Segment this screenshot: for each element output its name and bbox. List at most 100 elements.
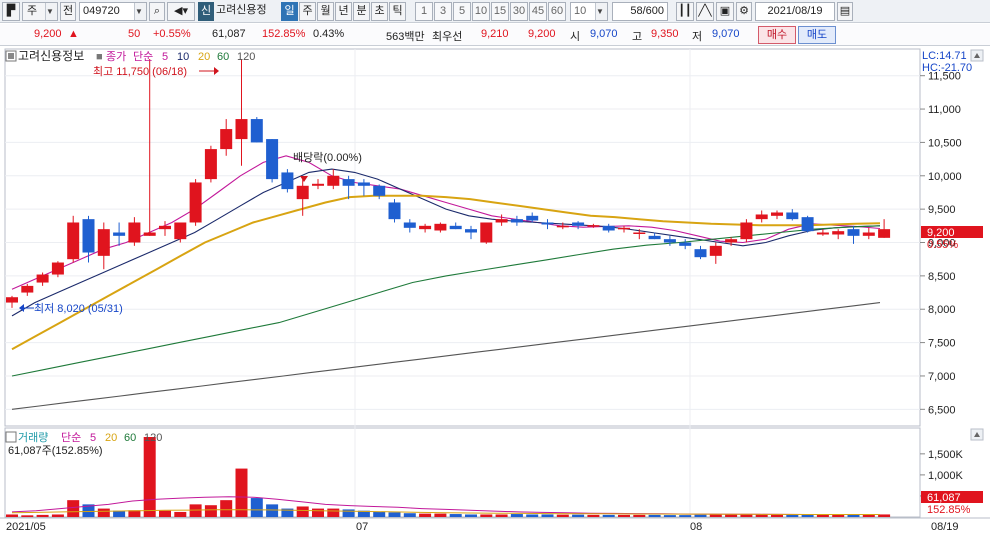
period-tab[interactable]: 주 bbox=[299, 2, 316, 21]
y-tick-label: 6,500 bbox=[928, 404, 956, 416]
volume-tick-label: 1,000K bbox=[928, 470, 964, 482]
candle-body bbox=[419, 225, 432, 230]
candle-body bbox=[694, 249, 707, 258]
minute-button[interactable]: 10 bbox=[472, 2, 490, 21]
candle-body bbox=[633, 232, 646, 234]
up-arrow-icon: ▲ bbox=[68, 28, 79, 40]
candle-body bbox=[204, 149, 217, 180]
price-change: 50 bbox=[128, 28, 141, 40]
candle-body bbox=[220, 129, 233, 150]
volume-bar bbox=[847, 514, 860, 517]
current-price-label: 9,200 bbox=[927, 227, 955, 239]
y-tick-label: 9,500 bbox=[928, 204, 956, 216]
candle-body bbox=[174, 222, 187, 240]
volume-bar bbox=[403, 513, 416, 517]
period-tab[interactable]: 월 bbox=[317, 2, 334, 21]
minute-button[interactable]: 1 bbox=[415, 2, 433, 21]
period-tab[interactable]: 틱 bbox=[389, 2, 406, 21]
chart-area: 11,500 11,000 10,500 10,000 9,500 9,000 8,500 8… bbox=[0, 47, 990, 537]
market-select[interactable]: 주 ▼ bbox=[22, 2, 58, 21]
gear-icon[interactable]: ⚙ bbox=[736, 2, 752, 21]
calendar-icon[interactable]: ▤ bbox=[837, 2, 853, 21]
volume-bar bbox=[633, 514, 646, 517]
volume-ratio: 152.85% bbox=[262, 28, 306, 40]
volume-bar bbox=[602, 514, 615, 517]
candle-body bbox=[449, 225, 462, 230]
volume-bar bbox=[526, 514, 539, 517]
candle-body bbox=[587, 225, 600, 227]
volume-title: 거래량 bbox=[18, 431, 48, 444]
chevron-down-icon: ▼ bbox=[134, 3, 146, 20]
period-tab[interactable]: 초 bbox=[371, 2, 388, 21]
candle-body bbox=[67, 222, 80, 260]
sell-button[interactable]: 매도 bbox=[798, 26, 836, 44]
candle-body bbox=[801, 217, 814, 232]
candle-body bbox=[465, 229, 477, 233]
prev-button[interactable]: 전 bbox=[60, 2, 76, 21]
volume-ma60: 60 bbox=[124, 432, 136, 444]
candle-body bbox=[235, 119, 248, 140]
candle-body bbox=[541, 222, 554, 225]
minute-button[interactable]: 45 bbox=[529, 2, 547, 21]
y-tick-label: 11,000 bbox=[928, 104, 961, 116]
y-tick-label: 10,000 bbox=[928, 171, 962, 183]
line-tool-icon[interactable]: ╱╲ bbox=[696, 2, 714, 21]
period-tab[interactable]: 일 bbox=[281, 2, 298, 21]
volume-bar bbox=[434, 513, 447, 517]
quote-bar: 9,200 ▲ 50 +0.55% 61,087 152.85% 0.43% 5… bbox=[0, 24, 990, 46]
layout-icon[interactable]: ▛ bbox=[2, 2, 20, 21]
volume-bar bbox=[709, 514, 722, 517]
candle-body bbox=[281, 172, 294, 190]
candle-body bbox=[878, 229, 891, 238]
candle-body bbox=[725, 239, 738, 243]
minute-select[interactable]: 10 ▼ bbox=[570, 2, 608, 21]
volume-bar bbox=[67, 500, 80, 517]
volume-bar bbox=[801, 514, 814, 517]
candle-body bbox=[847, 229, 860, 236]
candle-body bbox=[709, 245, 722, 256]
stock-code-value: 049720 bbox=[83, 5, 120, 17]
minute-button[interactable]: 60 bbox=[548, 2, 566, 21]
date-field[interactable]: 2021/08/19 bbox=[755, 2, 835, 21]
candle-body bbox=[618, 227, 630, 230]
candle-body bbox=[296, 185, 309, 200]
volume-bar bbox=[862, 514, 875, 517]
candle-body bbox=[495, 219, 508, 223]
volume-bar bbox=[342, 509, 355, 517]
candle-body bbox=[312, 183, 324, 186]
volume-bar bbox=[495, 514, 508, 517]
search-icon[interactable]: ⌕ bbox=[149, 2, 165, 21]
candle-body bbox=[82, 219, 95, 253]
volume-bar bbox=[97, 508, 110, 517]
candle-body bbox=[434, 223, 447, 231]
minute-button[interactable]: 15 bbox=[491, 2, 509, 21]
stock-code-input[interactable]: 049720 ▼ bbox=[79, 2, 147, 21]
volume-bar bbox=[204, 505, 217, 517]
price-change-pct: +0.55% bbox=[153, 28, 191, 40]
candle-body bbox=[159, 225, 171, 230]
volume-bar bbox=[189, 504, 202, 517]
candle-body bbox=[97, 229, 110, 256]
volume-bar bbox=[327, 508, 340, 517]
candle-icon[interactable]: ┃┃ bbox=[676, 2, 694, 21]
trade-amount: 563백만 bbox=[386, 31, 425, 43]
save-icon[interactable]: ▣ bbox=[716, 2, 734, 21]
buy-button[interactable]: 매수 bbox=[758, 26, 796, 44]
volume-bar bbox=[618, 514, 630, 517]
legend-ma60: 60 bbox=[217, 51, 229, 63]
minute-button[interactable]: 5 bbox=[453, 2, 471, 21]
volume-bar bbox=[220, 500, 233, 517]
minute-button[interactable]: 3 bbox=[434, 2, 452, 21]
period-tab[interactable]: 분 bbox=[353, 2, 370, 21]
minute-button[interactable]: 30 bbox=[510, 2, 528, 21]
sound-icon[interactable]: ◀▾ bbox=[167, 2, 195, 21]
period-tab[interactable]: 년 bbox=[335, 2, 352, 21]
volume-bar bbox=[51, 514, 64, 517]
turnover-ratio: 0.43% bbox=[313, 28, 345, 40]
market-label: 주 bbox=[27, 5, 38, 17]
main-toolbar: ▛ 주 ▼ 전 049720 ▼ ⌕ ◀▾ 신 고려신용정 일주월년분초틱 13… bbox=[0, 0, 990, 23]
y-tick-label: 10,500 bbox=[928, 137, 962, 149]
y-tick-label: 8,500 bbox=[928, 271, 956, 283]
volume-menu-icon[interactable] bbox=[5, 431, 17, 443]
x-label-start: 2021/05 bbox=[6, 521, 46, 533]
